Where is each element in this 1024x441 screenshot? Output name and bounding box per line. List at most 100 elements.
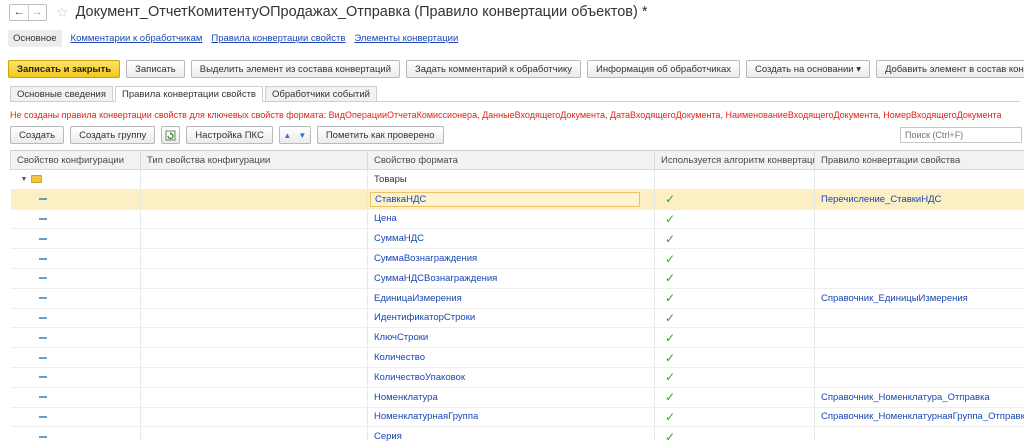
algorithm-check-icon[interactable]: ✓ bbox=[654, 387, 815, 408]
config-property-type-cell[interactable] bbox=[140, 407, 368, 428]
handler-info-button[interactable]: Информация об обработчиках bbox=[587, 60, 741, 78]
tab-main-info[interactable]: Основные сведения bbox=[10, 86, 114, 101]
config-property-type-cell[interactable] bbox=[140, 387, 368, 408]
format-property-value[interactable]: КоличествоУпаковок bbox=[374, 372, 465, 383]
config-property-type-cell[interactable] bbox=[140, 228, 368, 250]
format-property-cell[interactable]: ИдентификаторСтроки bbox=[367, 308, 655, 329]
table-row[interactable]: Номенклатура ✓ Справочник_Номенклатура_Отп… bbox=[10, 387, 1024, 408]
table-row[interactable]: ЕдиницаИзмерения ✓ Справочник_ЕдиницыИзмер… bbox=[10, 288, 1024, 309]
table-row[interactable]: СуммаНДСВознаграждения ✓ bbox=[10, 268, 1024, 289]
nav-property-rules[interactable]: Правила конвертации свойств bbox=[211, 33, 345, 44]
algorithm-check-icon[interactable]: ✓ bbox=[654, 407, 815, 428]
table-row[interactable]: СтавкаНДС ✓ Перечисление_СтавкиНДС bbox=[10, 189, 1024, 210]
format-property-cell[interactable]: Серия bbox=[367, 426, 655, 441]
col-format-property[interactable]: Свойство формата bbox=[367, 150, 655, 170]
format-property-cell[interactable]: Цена bbox=[367, 209, 655, 230]
config-property-type-cell[interactable] bbox=[140, 367, 368, 388]
property-rule-cell[interactable] bbox=[814, 248, 1024, 269]
algorithm-check-icon[interactable]: ✓ bbox=[654, 288, 815, 309]
table-row[interactable]: КлючСтроки ✓ bbox=[10, 327, 1024, 349]
format-property-value[interactable]: Номенклатура bbox=[374, 392, 438, 403]
table-row[interactable]: НоменклатурнаяГруппа ✓ Справочник_Номенкла… bbox=[10, 407, 1024, 428]
format-property-cell[interactable]: СтавкаНДС bbox=[367, 189, 655, 210]
create-based-on-button[interactable]: Создать на основании ▾ bbox=[746, 60, 870, 78]
algorithm-check-icon[interactable]: ✓ bbox=[654, 426, 815, 441]
format-property-value[interactable]: НоменклатурнаяГруппа bbox=[374, 411, 478, 422]
format-property-cell[interactable]: Количество bbox=[367, 347, 655, 368]
format-property-cell[interactable]: СуммаНДС bbox=[367, 228, 655, 250]
format-property-value[interactable]: СуммаВознаграждения bbox=[374, 253, 477, 264]
format-property-cell[interactable]: СуммаНДСВознаграждения bbox=[367, 268, 655, 289]
table-row[interactable]: Цена ✓ bbox=[10, 209, 1024, 230]
back-icon[interactable]: ← bbox=[10, 5, 28, 20]
format-property-cell[interactable]: СуммаВознаграждения bbox=[367, 248, 655, 269]
move-up-icon[interactable]: ▲ bbox=[280, 127, 295, 143]
format-property-value[interactable]: СуммаНДСВознаграждения bbox=[374, 273, 497, 284]
save-and-close-button[interactable]: Записать и закрыть bbox=[8, 60, 121, 78]
format-property-cell[interactable]: КоличествоУпаковок bbox=[367, 367, 655, 388]
create-group-button[interactable]: Создать группу bbox=[70, 126, 156, 144]
config-property-type-cell[interactable] bbox=[140, 209, 368, 230]
property-rule-cell[interactable] bbox=[814, 209, 1024, 230]
col-uses-algorithm[interactable]: Используется алгоритм конвертации bbox=[654, 150, 815, 170]
config-property-type-cell[interactable] bbox=[140, 248, 368, 269]
tab-property-rules[interactable]: Правила конвертации свойств bbox=[115, 86, 263, 102]
algorithm-check-icon[interactable]: ✓ bbox=[654, 308, 815, 329]
expand-triangle-icon[interactable]: ▼ bbox=[21, 176, 28, 183]
config-property-type-cell[interactable] bbox=[140, 347, 368, 368]
col-config-property-type[interactable]: Тип свойства конфигурации bbox=[140, 150, 368, 170]
config-property-type-cell[interactable] bbox=[140, 327, 368, 349]
table-row[interactable]: СуммаНДС ✓ bbox=[10, 228, 1024, 250]
format-property-value[interactable]: СуммаНДС bbox=[374, 233, 424, 244]
format-property-value[interactable]: Цена bbox=[374, 213, 397, 224]
config-property-type-cell[interactable] bbox=[140, 426, 368, 441]
col-config-property[interactable]: Свойство конфигурации bbox=[10, 150, 141, 170]
format-property-value[interactable]: КлючСтроки bbox=[374, 332, 428, 343]
property-rule-cell[interactable] bbox=[814, 268, 1024, 289]
config-property-type-cell[interactable] bbox=[140, 308, 368, 329]
exclude-element-button[interactable]: Выделить элемент из состава конвертаций bbox=[190, 60, 401, 78]
favorite-star-icon[interactable]: ☆ bbox=[56, 4, 69, 21]
config-property-type-cell[interactable] bbox=[140, 268, 368, 289]
algorithm-check-icon[interactable]: ✓ bbox=[654, 268, 815, 289]
table-row[interactable]: КоличествоУпаковок ✓ bbox=[10, 367, 1024, 388]
search-input[interactable] bbox=[900, 127, 1022, 143]
nav-conversion-elements[interactable]: Элементы конвертации bbox=[354, 33, 458, 44]
save-button[interactable]: Записать bbox=[126, 60, 185, 78]
format-property-cell[interactable]: КлючСтроки bbox=[367, 327, 655, 349]
refresh-icon[interactable] bbox=[161, 126, 181, 144]
format-property-value[interactable]: ЕдиницаИзмерения bbox=[374, 293, 462, 304]
forward-icon[interactable]: → bbox=[28, 4, 46, 20]
format-property-value[interactable]: ИдентификаторСтроки bbox=[374, 312, 475, 323]
algorithm-check-icon[interactable]: ✓ bbox=[654, 367, 815, 388]
table-row[interactable]: Количество ✓ bbox=[10, 347, 1024, 368]
property-rule-cell[interactable] bbox=[814, 327, 1024, 349]
algorithm-check-icon[interactable]: ✓ bbox=[654, 189, 815, 210]
format-property-value[interactable]: Количество bbox=[374, 352, 425, 363]
algorithm-check-icon[interactable]: ✓ bbox=[654, 228, 815, 250]
property-rule-cell[interactable]: Справочник_Номенклатура_Отправка bbox=[814, 387, 1024, 408]
config-property-type-cell[interactable] bbox=[140, 189, 368, 210]
add-element-button[interactable]: Добавить элемент в состав конвертации bbox=[875, 60, 1024, 78]
property-rule-cell[interactable]: Перечисление_СтавкиНДС bbox=[814, 189, 1024, 210]
pks-settings-button[interactable]: Настройка ПКС bbox=[186, 126, 273, 144]
format-property-cell[interactable]: НоменклатурнаяГруппа bbox=[367, 407, 655, 428]
table-row[interactable]: СуммаВознаграждения ✓ bbox=[10, 248, 1024, 269]
col-property-rule[interactable]: Правило конвертации свойства bbox=[814, 150, 1024, 170]
group-row[interactable]: ▼ Товары bbox=[10, 169, 1024, 190]
property-rule-cell[interactable] bbox=[814, 426, 1024, 441]
create-button[interactable]: Создать bbox=[10, 126, 65, 144]
algorithm-check-icon[interactable]: ✓ bbox=[654, 209, 815, 230]
property-rule-cell[interactable]: Справочник_ЕдиницыИзмерения bbox=[814, 288, 1024, 309]
property-rule-cell[interactable] bbox=[814, 308, 1024, 329]
format-property-cell[interactable]: ЕдиницаИзмерения bbox=[367, 288, 655, 309]
mark-checked-button[interactable]: Пометить как проверено bbox=[316, 126, 444, 144]
nav-main[interactable]: Основное bbox=[8, 30, 62, 47]
format-property-cell[interactable]: Номенклатура bbox=[367, 387, 655, 408]
add-comment-button[interactable]: Задать комментарий к обработчику bbox=[406, 60, 582, 78]
property-rule-cell[interactable]: Справочник_НоменклатурнаяГруппа_Отправка bbox=[814, 407, 1024, 428]
nav-handler-comments[interactable]: Комментарии к обработчикам bbox=[71, 33, 203, 44]
property-rule-cell[interactable] bbox=[814, 347, 1024, 368]
format-property-value[interactable]: СтавкаНДС bbox=[370, 191, 640, 207]
table-row[interactable]: ИдентификаторСтроки ✓ bbox=[10, 308, 1024, 329]
